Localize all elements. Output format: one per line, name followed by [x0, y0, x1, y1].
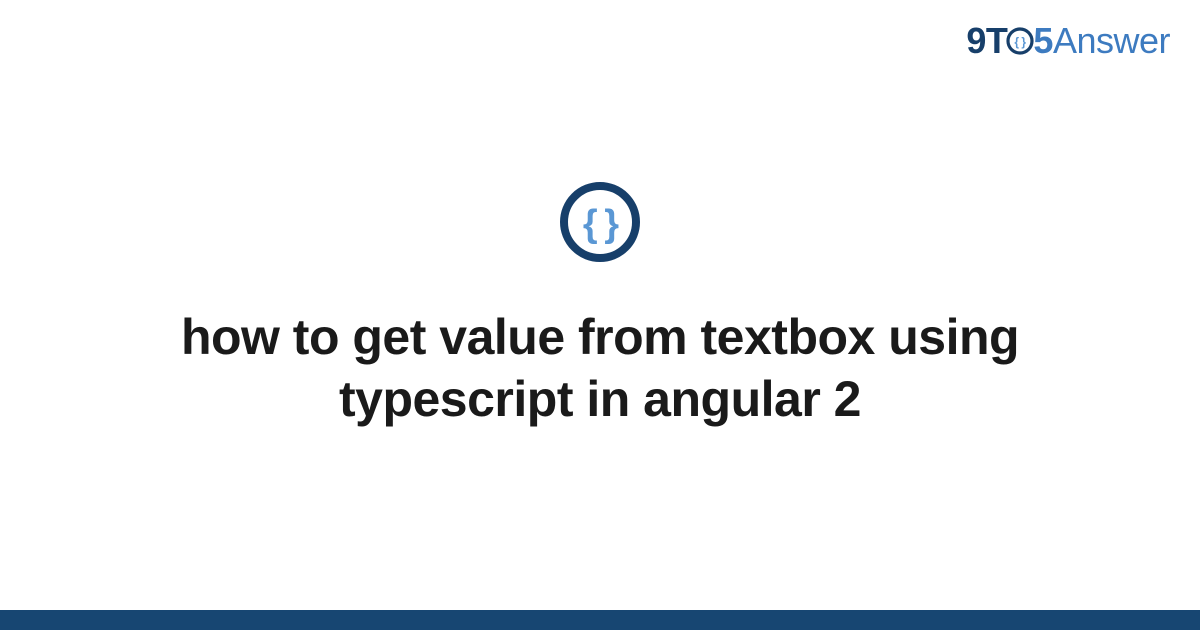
question-title: how to get value from textbox using type…	[110, 306, 1090, 431]
main-content: { } how to get value from textbox using …	[0, 0, 1200, 610]
footer-bar	[0, 610, 1200, 630]
svg-text:{ }: { }	[583, 203, 619, 245]
code-braces-icon: { }	[558, 180, 642, 264]
